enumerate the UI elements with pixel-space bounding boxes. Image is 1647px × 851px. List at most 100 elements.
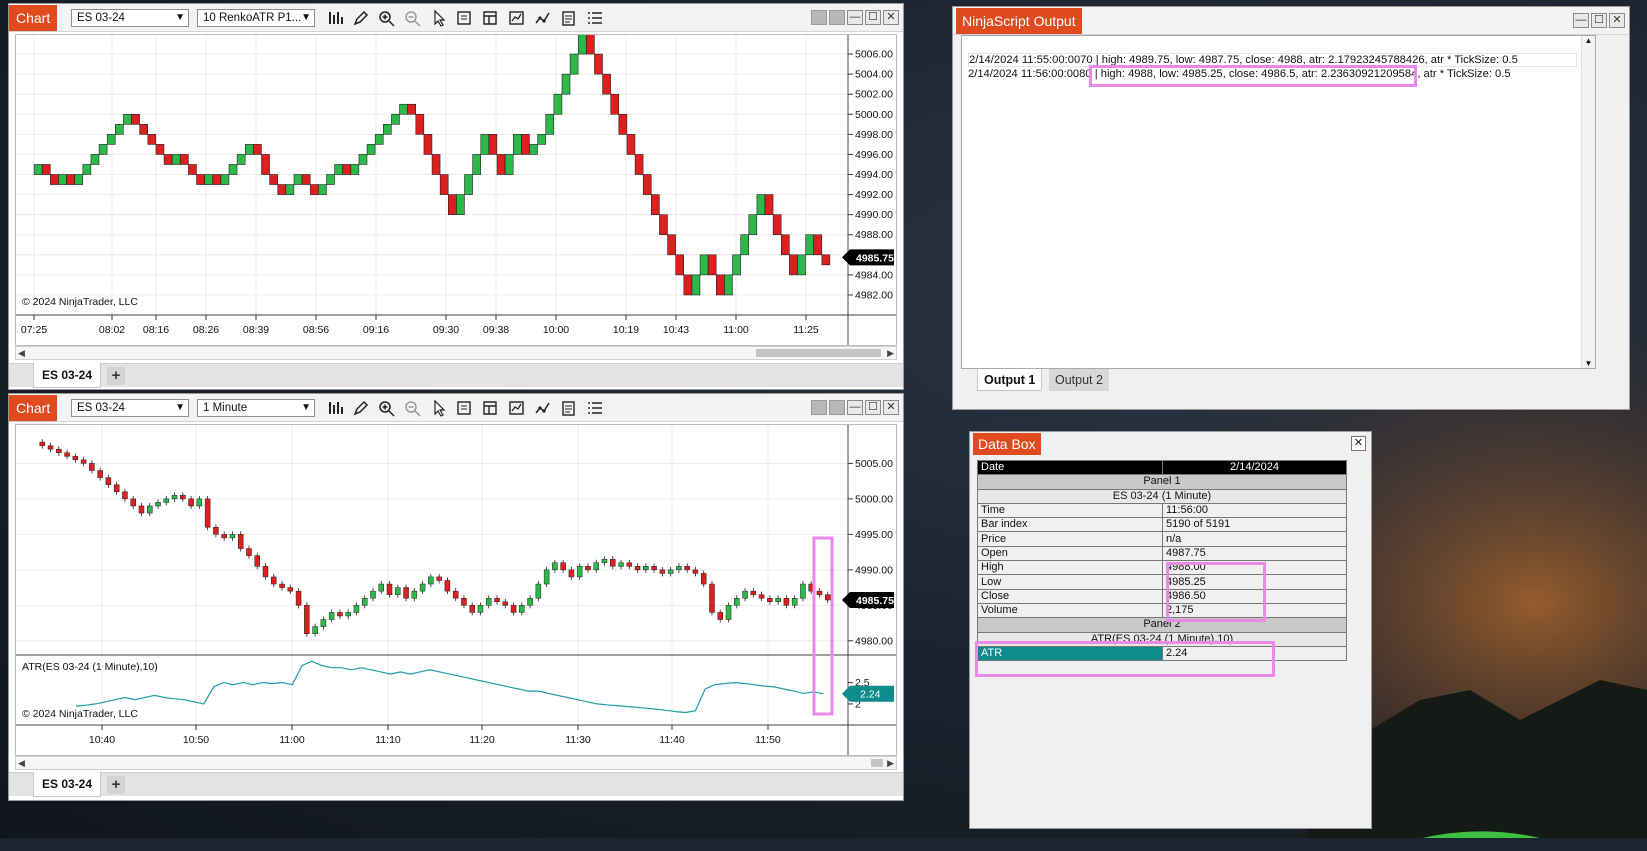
- candle: [783, 597, 790, 606]
- zoom-in-icon[interactable]: [377, 9, 397, 27]
- candle: [90, 154, 100, 165]
- bar-chart-icon[interactable]: [325, 9, 345, 27]
- minimize-icon[interactable]: —: [847, 400, 863, 415]
- output-text-area[interactable]: 2/14/2024 11:55:00:0070 | high: 4989.75,…: [961, 35, 1596, 369]
- maximize-icon[interactable]: ☐: [865, 400, 881, 415]
- candle: [163, 498, 170, 503]
- scroll-down-icon[interactable]: ▼: [1582, 359, 1595, 368]
- link-button-2[interactable]: [829, 10, 845, 25]
- row-value: 11:56:00: [1162, 502, 1347, 519]
- y-tick-label: 4990.00: [855, 564, 893, 576]
- indicators-icon[interactable]: [507, 399, 527, 417]
- add-tab-icon[interactable]: +: [107, 367, 125, 385]
- add-tab-icon[interactable]: +: [107, 776, 125, 794]
- pointer-icon[interactable]: [429, 9, 449, 27]
- candle: [725, 605, 732, 620]
- maximize-icon[interactable]: ☐: [1591, 13, 1607, 28]
- zoom-out-icon[interactable]: [403, 9, 423, 27]
- instrument-selector[interactable]: ES 03-24 ▼: [71, 9, 189, 27]
- maximize-icon[interactable]: ☐: [865, 10, 881, 25]
- candle: [196, 498, 203, 507]
- scroll-thumb[interactable]: [871, 759, 883, 767]
- data-box-icon[interactable]: [559, 9, 579, 27]
- candle: [651, 194, 660, 215]
- candle: [439, 174, 449, 195]
- more-icon[interactable]: [585, 9, 605, 27]
- candle: [456, 194, 465, 215]
- price-panel[interactable]: 5006.00 5004.00 5002.00 5000.00 4998.00 4996.…: [15, 33, 897, 346]
- scroll-right-icon[interactable]: ▶: [887, 757, 894, 769]
- bar-chart-icon[interactable]: [325, 399, 345, 417]
- tab-es-03-24[interactable]: ES 03-24: [33, 772, 102, 797]
- scroll-right-icon[interactable]: ▶: [887, 347, 894, 359]
- output-titlebar: NinjaScript Output — ☐ ✕: [953, 7, 1629, 35]
- candle: [236, 154, 246, 165]
- tab-output-2[interactable]: Output 2: [1049, 369, 1109, 391]
- minute-price-chart[interactable]: 5005.005000.004995.004990.004985.004980.…: [16, 425, 896, 755]
- data-box-titlebar: Data Box ✕: [970, 432, 1371, 456]
- instrument-selector[interactable]: ES 03-24 ▼: [71, 399, 189, 417]
- candle: [228, 164, 238, 175]
- candle: [113, 484, 120, 493]
- price-and-atr-panels[interactable]: 5005.005000.004995.004990.004985.004980.…: [15, 424, 897, 756]
- copyright-label: © 2024 NinjaTrader, LLC: [22, 708, 138, 720]
- candle: [279, 583, 285, 588]
- templates-icon[interactable]: [481, 399, 501, 417]
- close-icon[interactable]: ✕: [883, 10, 899, 25]
- indicators-icon[interactable]: [507, 9, 527, 27]
- candle: [576, 566, 583, 578]
- minimize-icon[interactable]: —: [1573, 13, 1589, 28]
- horizontal-scrollbar[interactable]: ◀ ▶: [15, 346, 897, 360]
- close-icon[interactable]: ✕: [1351, 436, 1366, 451]
- price-badge-label: 4985.75: [856, 252, 894, 264]
- candle: [309, 184, 319, 195]
- table-row: Volume 2,175: [977, 602, 1347, 619]
- candle: [748, 214, 758, 236]
- minimize-icon[interactable]: —: [847, 10, 863, 25]
- candle: [403, 587, 409, 599]
- candle: [510, 605, 517, 613]
- scroll-thumb[interactable]: [756, 349, 881, 357]
- close-icon[interactable]: ✕: [1609, 13, 1625, 28]
- pencil-icon[interactable]: [351, 399, 371, 417]
- vertical-scrollbar[interactable]: ▲ ▼: [1581, 36, 1595, 368]
- renko-price-chart[interactable]: 5006.00 5004.00 5002.00 5000.00 4998.00 4996.…: [16, 33, 896, 345]
- pencil-icon[interactable]: [351, 9, 371, 27]
- candle: [188, 164, 197, 175]
- pointer-icon[interactable]: [429, 399, 449, 417]
- tab-output-1[interactable]: Output 1: [977, 369, 1043, 391]
- zoom-out-icon[interactable]: [403, 399, 423, 417]
- more-icon[interactable]: [585, 399, 605, 417]
- bar-type-selector[interactable]: 10 RenkoATR P1... ▼: [197, 9, 315, 27]
- copyright-label: © 2024 NinjaTrader, LLC: [22, 296, 138, 308]
- candle: [594, 53, 603, 75]
- candle: [436, 576, 442, 581]
- tab-es-03-24[interactable]: ES 03-24: [33, 363, 102, 388]
- strategies-icon[interactable]: [533, 9, 553, 27]
- templates-icon[interactable]: [481, 9, 501, 27]
- scroll-up-icon[interactable]: ▲: [1582, 36, 1595, 46]
- candle: [244, 144, 254, 155]
- link-button-2[interactable]: [829, 400, 845, 415]
- scroll-left-icon[interactable]: ◀: [18, 347, 25, 359]
- output-line-1-text: :0070 | high: 4989.75, low: 4987.75, clo…: [1064, 54, 1518, 66]
- candle: [358, 154, 368, 165]
- data-box-icon[interactable]: [559, 399, 579, 417]
- zoom-in-icon[interactable]: [377, 399, 397, 417]
- properties-icon[interactable]: [455, 9, 475, 27]
- bar-type-selector[interactable]: 1 Minute ▼: [197, 399, 315, 417]
- link-button[interactable]: [811, 10, 827, 25]
- y-tick-label: 4988.00: [855, 229, 893, 241]
- scroll-left-icon[interactable]: ◀: [18, 757, 25, 769]
- properties-icon[interactable]: [455, 399, 475, 417]
- horizontal-scrollbar[interactable]: ◀ ▶: [15, 756, 897, 770]
- strategies-icon[interactable]: [533, 399, 553, 417]
- candle: [527, 597, 533, 606]
- close-icon[interactable]: ✕: [883, 400, 899, 415]
- link-button[interactable]: [811, 400, 827, 415]
- candle: [560, 562, 566, 571]
- candle: [366, 144, 376, 155]
- candle: [805, 234, 814, 256]
- candle: [33, 164, 43, 175]
- y-tick-label: 4992.00: [855, 189, 893, 201]
